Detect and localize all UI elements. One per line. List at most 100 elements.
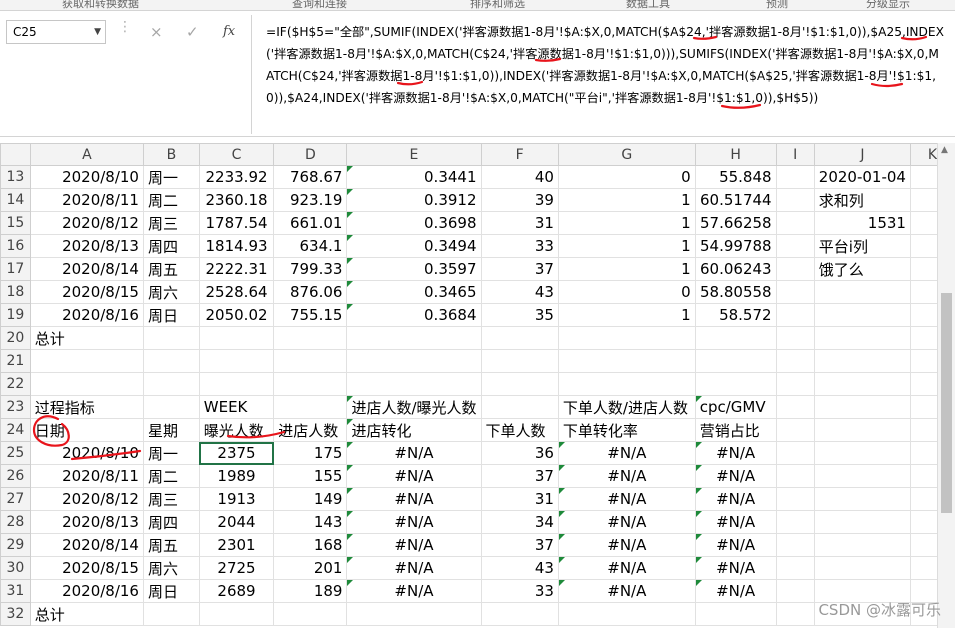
cell-g32[interactable] — [557, 602, 696, 626]
column-header-j[interactable]: J — [813, 143, 911, 166]
cell-f25[interactable]: 36 — [480, 441, 559, 465]
cell-d31[interactable]: 189 — [273, 579, 348, 603]
cell-h27[interactable]: #N/A — [694, 487, 777, 511]
cell-i21[interactable] — [775, 349, 815, 373]
row-header[interactable]: 30 — [0, 556, 31, 580]
cell-c30[interactable]: 2725 — [198, 556, 275, 580]
cell-i31[interactable] — [775, 579, 815, 603]
select-all-corner[interactable] — [0, 143, 31, 166]
cell-c31[interactable]: 2689 — [198, 579, 275, 603]
cell-f13[interactable]: 40 — [480, 165, 559, 189]
cell-e30[interactable]: #N/A — [346, 556, 482, 580]
cell-a22[interactable] — [29, 372, 144, 396]
cell-g15[interactable]: 1 — [557, 211, 696, 235]
cell-h20[interactable] — [694, 326, 777, 350]
cell-e22[interactable] — [346, 372, 482, 396]
cell-d24[interactable]: 进店人数 — [273, 418, 348, 442]
cell-i25[interactable] — [775, 441, 815, 465]
cell-b30[interactable]: 周六 — [142, 556, 200, 580]
cell-b32[interactable] — [142, 602, 200, 626]
cell-j20[interactable] — [813, 326, 911, 350]
cell-f14[interactable]: 39 — [480, 188, 559, 212]
cell-j13[interactable]: 2020-01-04 — [813, 165, 911, 189]
cell-e27[interactable]: #N/A — [346, 487, 482, 511]
cell-g30[interactable]: #N/A — [557, 556, 696, 580]
cell-b21[interactable] — [142, 349, 200, 373]
cell-e29[interactable]: #N/A — [346, 533, 482, 557]
cell-d15[interactable]: 661.01 — [273, 211, 348, 235]
column-header-i[interactable]: I — [775, 143, 815, 166]
cell-d27[interactable]: 149 — [273, 487, 348, 511]
cell-e28[interactable]: #N/A — [346, 510, 482, 534]
cell-f31[interactable]: 33 — [480, 579, 559, 603]
cell-a19[interactable]: 2020/8/16 — [29, 303, 144, 327]
cell-b19[interactable]: 周日 — [142, 303, 200, 327]
row-header[interactable]: 15 — [0, 211, 31, 235]
cell-i30[interactable] — [775, 556, 815, 580]
cell-i23[interactable] — [775, 395, 815, 419]
cell-b22[interactable] — [142, 372, 200, 396]
cell-g19[interactable]: 1 — [557, 303, 696, 327]
column-header-g[interactable]: G — [557, 143, 696, 166]
cell-h19[interactable]: 58.572 — [694, 303, 777, 327]
cell-c25[interactable]: 2375 — [198, 441, 275, 465]
cell-b14[interactable]: 周二 — [142, 188, 200, 212]
cell-h25[interactable]: #N/A — [694, 441, 777, 465]
cell-d19[interactable]: 755.15 — [273, 303, 348, 327]
row-header[interactable]: 29 — [0, 533, 31, 557]
cell-f30[interactable]: 43 — [480, 556, 559, 580]
cell-a26[interactable]: 2020/8/11 — [29, 464, 144, 488]
row-header[interactable]: 24 — [0, 418, 31, 442]
row-header[interactable]: 26 — [0, 464, 31, 488]
cell-j16[interactable]: 平台i列 — [813, 234, 911, 258]
cell-a16[interactable]: 2020/8/13 — [29, 234, 144, 258]
cell-a13[interactable]: 2020/8/10 — [29, 165, 144, 189]
cell-e20[interactable] — [346, 326, 482, 350]
cell-d16[interactable]: 634.1 — [273, 234, 348, 258]
cell-i17[interactable] — [775, 257, 815, 281]
cell-e15[interactable]: 0.3698 — [346, 211, 482, 235]
cell-e31[interactable]: #N/A — [346, 579, 482, 603]
cell-d20[interactable] — [273, 326, 348, 350]
cell-b16[interactable]: 周四 — [142, 234, 200, 258]
cell-g29[interactable]: #N/A — [557, 533, 696, 557]
cell-h24[interactable]: 营销占比 — [694, 418, 777, 442]
cell-d13[interactable]: 768.67 — [273, 165, 348, 189]
cell-g14[interactable]: 1 — [557, 188, 696, 212]
cell-c26[interactable]: 1989 — [198, 464, 275, 488]
cell-j18[interactable] — [813, 280, 911, 304]
cell-a30[interactable]: 2020/8/15 — [29, 556, 144, 580]
cell-c15[interactable]: 1787.54 — [198, 211, 275, 235]
cell-f23[interactable] — [480, 395, 559, 419]
cell-g21[interactable] — [557, 349, 696, 373]
cell-g18[interactable]: 0 — [557, 280, 696, 304]
cell-i28[interactable] — [775, 510, 815, 534]
cell-g23[interactable]: 下单人数/进店人数 — [557, 395, 696, 419]
cell-i15[interactable] — [775, 211, 815, 235]
row-header[interactable]: 21 — [0, 349, 31, 373]
cell-i29[interactable] — [775, 533, 815, 557]
cell-j30[interactable] — [813, 556, 911, 580]
cell-c23[interactable]: WEEK — [198, 395, 275, 419]
cell-c32[interactable] — [198, 602, 275, 626]
row-header[interactable]: 16 — [0, 234, 31, 258]
cell-h31[interactable]: #N/A — [694, 579, 777, 603]
cell-d17[interactable]: 799.33 — [273, 257, 348, 281]
cell-h15[interactable]: 57.66258 — [694, 211, 777, 235]
cell-d26[interactable]: 155 — [273, 464, 348, 488]
row-header[interactable]: 19 — [0, 303, 31, 327]
cell-f17[interactable]: 37 — [480, 257, 559, 281]
cell-b28[interactable]: 周四 — [142, 510, 200, 534]
cell-e32[interactable] — [346, 602, 482, 626]
cell-b23[interactable] — [142, 395, 200, 419]
cell-d21[interactable] — [273, 349, 348, 373]
cell-c28[interactable]: 2044 — [198, 510, 275, 534]
cell-h32[interactable] — [694, 602, 777, 626]
cell-a27[interactable]: 2020/8/12 — [29, 487, 144, 511]
row-header[interactable]: 20 — [0, 326, 31, 350]
cell-d32[interactable] — [273, 602, 348, 626]
cell-j27[interactable] — [813, 487, 911, 511]
cell-c16[interactable]: 1814.93 — [198, 234, 275, 258]
cell-f20[interactable] — [480, 326, 559, 350]
cell-a28[interactable]: 2020/8/13 — [29, 510, 144, 534]
